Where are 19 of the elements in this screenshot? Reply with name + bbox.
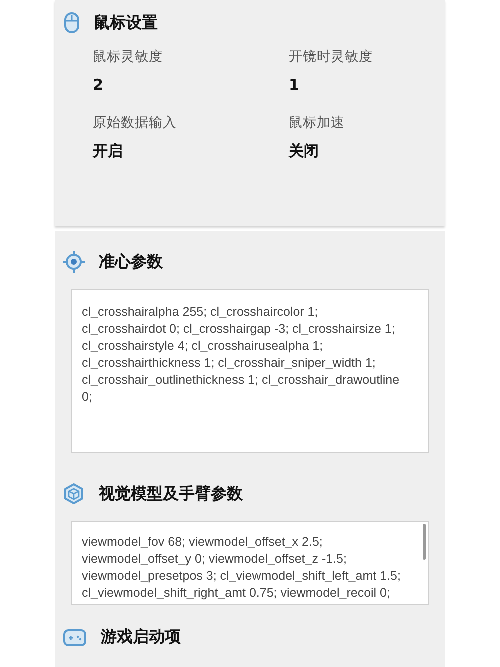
- setting-value: 关闭: [289, 142, 320, 161]
- section-title: 游戏启动项: [101, 627, 181, 648]
- scrollbar[interactable]: [423, 524, 426, 560]
- setting-label: 鼠标加速: [289, 114, 346, 132]
- setting-label: 开镜时灵敏度: [289, 48, 374, 66]
- setting-value: 开启: [93, 142, 124, 161]
- crosshair-icon: [63, 251, 85, 273]
- setting-label: 鼠标灵敏度: [93, 48, 164, 66]
- setting-value: 2: [93, 76, 104, 94]
- setting-value: 1: [289, 76, 300, 94]
- text-area[interactable]: cl_crosshairalpha 255; cl_crosshaircolor 1; cl_crosshairdot 0; cl_crosshairgap -3; cl_crosshairsize 1; cl_crosshairstyle 4; cl_crosshairusealpha 1; cl_crosshairthickness 1; cl_crosshair_sniper_width 1; cl_crosshair_outlinethickness 1; cl_crosshair_drawoutline 0;: [71, 289, 429, 453]
- mouse-icon: [64, 12, 80, 34]
- section-title: 视觉模型及手臂参数: [99, 484, 243, 504]
- gamepad-icon: [63, 628, 87, 646]
- cube-icon: [63, 483, 85, 505]
- section-title: 准心参数: [99, 252, 163, 272]
- setting-label: 原始数据输入: [93, 114, 178, 132]
- section-title: 鼠标设置: [94, 12, 158, 34]
- text-area[interactable]: viewmodel_fov 68; viewmodel_offset_x 2.5; viewmodel_offset_y 0; viewmodel_offset_z -1.5; viewmodel_presetpos 3; cl_viewmodel_shift_left_amt 1.5; cl_viewmodel_shift_right_amt 0.75; viewmodel_recoil 0;: [71, 521, 429, 605]
